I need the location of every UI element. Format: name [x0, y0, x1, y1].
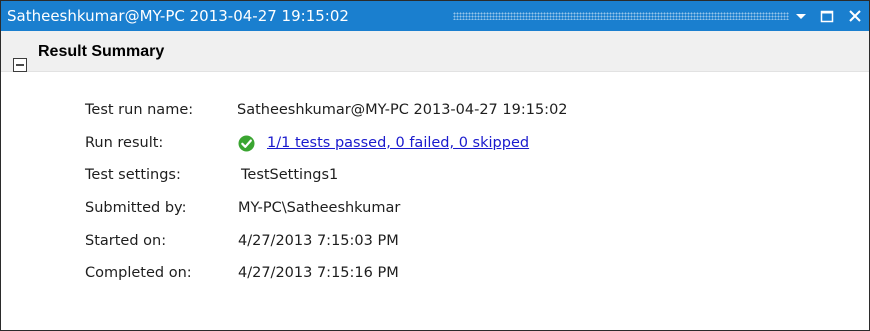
run-result-label: Run result: — [85, 135, 164, 151]
test-run-name-label: Test run name: — [85, 102, 194, 118]
dropdown-button[interactable] — [791, 5, 811, 27]
drag-grip[interactable] — [453, 12, 789, 20]
submitted-by-value: MY-PC\Satheeshkumar — [238, 200, 401, 216]
maximize-icon — [820, 10, 834, 23]
completed-on-value: 4/27/2013 7:15:16 PM — [238, 265, 399, 281]
started-on-label: Started on: — [85, 233, 167, 249]
title-bar[interactable]: Satheeshkumar@MY-PC 2013-04-27 19:15:02 — [1, 1, 869, 31]
test-settings-value: TestSettings1 — [241, 167, 339, 183]
submitted-by-label: Submitted by: — [85, 200, 187, 216]
maximize-button[interactable] — [817, 5, 837, 27]
result-summary-header[interactable]: Result Summary — [1, 31, 869, 72]
chevron-down-icon — [796, 14, 806, 19]
test-run-name-value: Satheeshkumar@MY-PC 2013-04-27 19:15:02 — [237, 102, 568, 118]
close-button[interactable] — [845, 5, 865, 27]
checkmark-icon — [238, 135, 255, 152]
close-icon — [849, 10, 861, 22]
completed-on-label: Completed on: — [85, 265, 192, 281]
collapse-button[interactable] — [13, 57, 27, 72]
window-title: Satheeshkumar@MY-PC 2013-04-27 19:15:02 — [7, 7, 349, 25]
started-on-value: 4/27/2013 7:15:03 PM — [238, 233, 399, 249]
section-title: Result Summary — [38, 43, 165, 60]
test-results-window: Satheeshkumar@MY-PC 2013-04-27 19:15:02 — [0, 0, 870, 331]
test-settings-label: Test settings: — [85, 167, 181, 183]
collapse-minus-icon — [13, 58, 27, 72]
run-result-link[interactable]: 1/1 tests passed, 0 failed, 0 skipped — [267, 132, 529, 154]
